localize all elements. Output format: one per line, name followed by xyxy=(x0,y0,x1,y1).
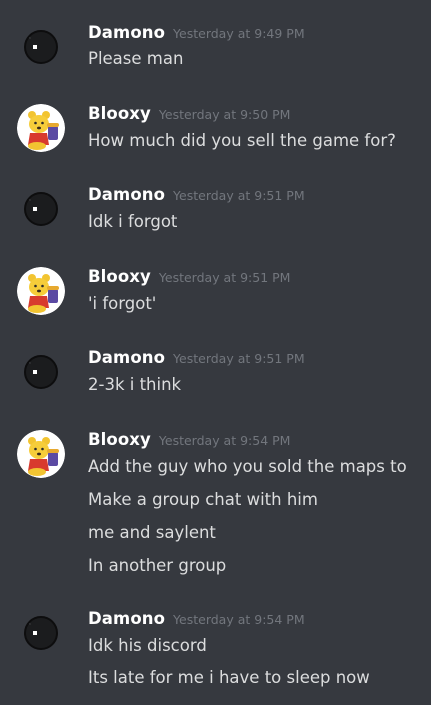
message-text: Add the guy who you sold the maps to xyxy=(88,457,407,476)
avatar[interactable] xyxy=(17,23,65,71)
username[interactable]: Damono xyxy=(88,609,165,628)
username[interactable]: Blooxy xyxy=(88,104,151,123)
message-text: How much did you sell the game for? xyxy=(88,131,396,150)
message-text: Make a group chat with him xyxy=(88,490,318,509)
message-text: Idk his discord xyxy=(88,636,207,655)
chat-message-list: Damono Yesterday at 9:49 PM Please man Bl… xyxy=(0,0,431,705)
message-text: 2-3k i think xyxy=(88,375,182,394)
username[interactable]: Damono xyxy=(88,185,165,204)
dark-orb-icon xyxy=(17,348,65,396)
username[interactable]: Blooxy xyxy=(88,267,151,286)
timestamp: Yesterday at 9:54 PM xyxy=(173,612,305,627)
avatar[interactable] xyxy=(17,609,65,657)
message-text: me and saylent xyxy=(88,523,216,542)
message-header: Damono Yesterday at 9:51 PM xyxy=(88,348,305,370)
winnie-the-pooh-icon xyxy=(17,267,65,315)
timestamp: Yesterday at 9:51 PM xyxy=(158,270,291,285)
avatar[interactable] xyxy=(17,185,65,233)
dark-orb-icon xyxy=(17,609,65,657)
username[interactable]: Damono xyxy=(88,23,165,42)
timestamp: Yesterday at 9:54 PM xyxy=(158,433,291,448)
avatar[interactable] xyxy=(17,348,65,396)
winnie-the-pooh-icon xyxy=(17,430,65,478)
winnie-the-pooh-icon xyxy=(17,104,65,152)
message-text: Its late for me i have to sleep now xyxy=(88,668,370,687)
message-text: Idk i forgot xyxy=(88,212,178,231)
message-text: 'i forgot' xyxy=(88,294,157,313)
message-header: Blooxy Yesterday at 9:50 PM xyxy=(88,104,290,126)
message-header: Damono Yesterday at 9:49 PM xyxy=(88,23,305,45)
avatar[interactable] xyxy=(17,430,65,478)
timestamp: Yesterday at 9:51 PM xyxy=(173,351,305,366)
dark-orb-icon xyxy=(17,185,65,233)
message-header: Damono Yesterday at 9:54 PM xyxy=(88,609,305,631)
message-header: Damono Yesterday at 9:51 PM xyxy=(88,185,305,207)
username[interactable]: Blooxy xyxy=(88,430,151,449)
message-text: Please man xyxy=(88,49,184,68)
avatar[interactable] xyxy=(17,267,65,315)
timestamp: Yesterday at 9:51 PM xyxy=(173,188,305,203)
timestamp: Yesterday at 9:50 PM xyxy=(158,107,291,122)
message-header: Blooxy Yesterday at 9:51 PM xyxy=(88,267,290,289)
dark-orb-icon xyxy=(17,23,65,71)
username[interactable]: Damono xyxy=(88,348,165,367)
timestamp: Yesterday at 9:49 PM xyxy=(173,26,305,41)
message-header: Blooxy Yesterday at 9:54 PM xyxy=(88,430,290,452)
avatar[interactable] xyxy=(17,104,65,152)
message-text: In another group xyxy=(88,556,227,575)
